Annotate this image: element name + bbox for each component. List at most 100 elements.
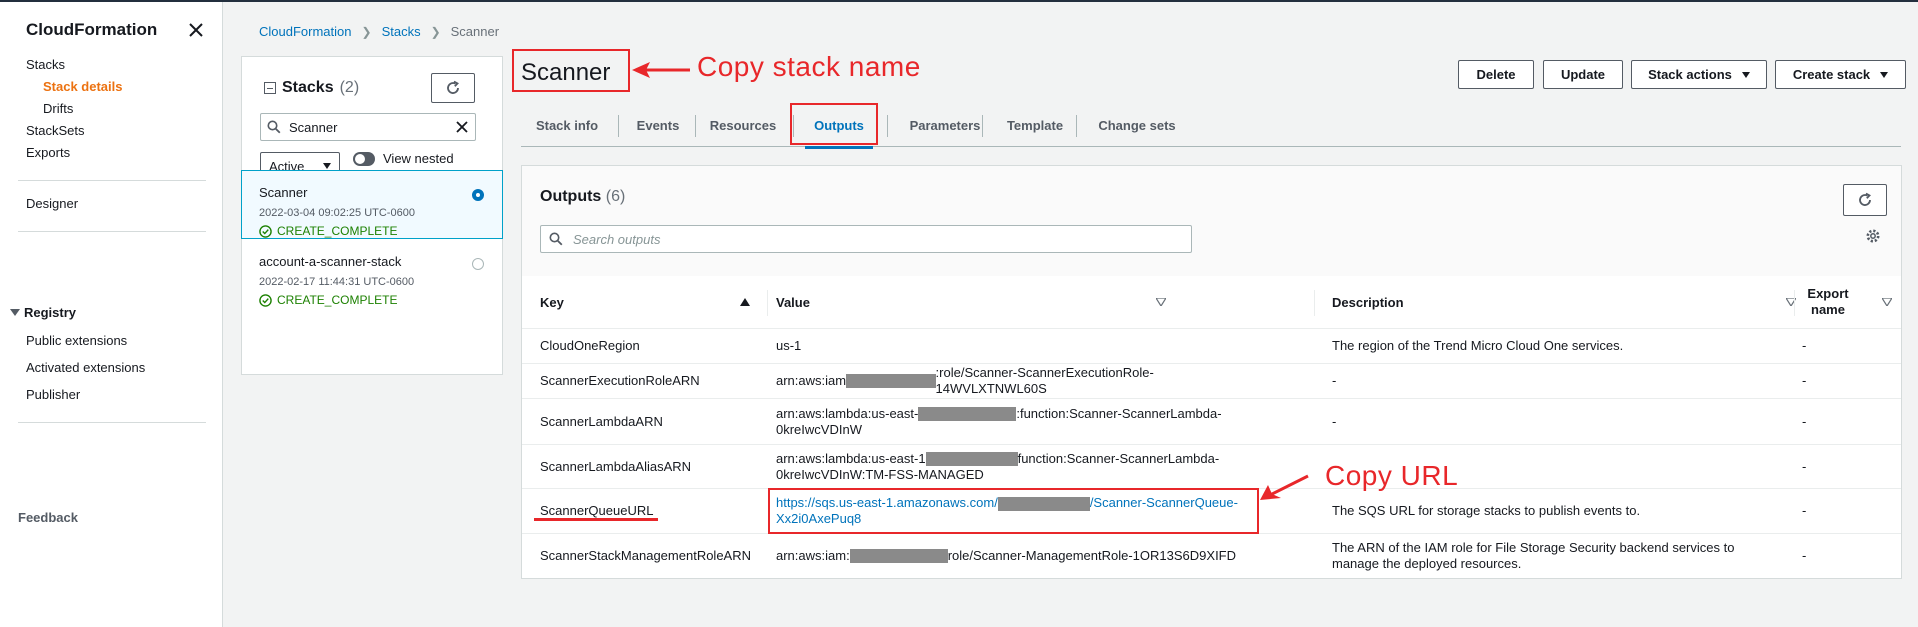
create-stack-button[interactable]: Create stack <box>1775 60 1906 89</box>
stack-list-item[interactable]: Scanner 2022-03-04 09:02:25 UTC-0600 CRE… <box>241 170 503 239</box>
column-label: Export name <box>1807 286 1849 317</box>
outputs-search-input[interactable] <box>571 230 1171 248</box>
nav-item-drifts[interactable]: Drifts <box>43 101 73 116</box>
tab-template[interactable]: Template <box>988 103 1082 147</box>
arrow-left-icon <box>632 62 690 78</box>
redacted-block <box>997 496 1090 511</box>
row-value: arn:aws:lambda:us-east-:function:Scanner… <box>776 399 1236 444</box>
row-key: ScannerExecutionRoleARN <box>540 373 700 388</box>
chevron-right-icon: ❯ <box>361 24 372 39</box>
nav-item-public-extensions[interactable]: Public extensions <box>26 333 127 348</box>
tab-divider <box>1076 115 1077 137</box>
breadcrumb-cloudformation[interactable]: CloudFormation <box>259 24 352 39</box>
feedback-link[interactable]: Feedback <box>18 510 78 525</box>
stack-date: 2022-02-17 11:44:31 UTC-0600 <box>259 276 415 288</box>
stacks-search-input[interactable] <box>287 118 437 136</box>
redacted-block <box>925 452 1018 467</box>
tab-change-sets[interactable]: Change sets <box>1082 103 1192 147</box>
row-description: The ARN of the IAM role for File Storage… <box>1332 540 1735 571</box>
nav-item-stacks[interactable]: Stacks <box>26 57 65 72</box>
stack-actions-label: Stack actions <box>1648 67 1732 82</box>
page-title: Scanner <box>521 59 611 86</box>
update-button[interactable]: Update <box>1543 60 1623 89</box>
row-key: ScannerLambdaAliasARN <box>540 458 692 474</box>
check-circle-icon <box>259 293 272 307</box>
side-navigation: CloudFormation Stacks Stack details Drif… <box>0 2 223 627</box>
tab-stack-info[interactable]: Stack info <box>527 103 607 147</box>
nav-item-stack-details[interactable]: Stack details <box>43 79 123 94</box>
sort-icon[interactable] <box>1882 298 1892 306</box>
value-suffix: role/Scanner-ManagementRole-1OR13S6D9XIF… <box>947 548 1237 563</box>
view-nested-label: View nested <box>383 151 454 166</box>
column-divider <box>1794 290 1795 316</box>
stack-status-text: CREATE_COMPLETE <box>277 224 398 238</box>
row-value: arn:aws:lambda:us-east-1 function:Scanner… <box>776 445 1236 488</box>
tab-outputs[interactable]: Outputs <box>799 103 879 149</box>
tab-divider <box>618 115 619 137</box>
tab-divider <box>695 115 696 137</box>
queue-url-link[interactable]: https://sqs.us-east-1.amazonaws.com//Sca… <box>776 495 1256 527</box>
stack-actions-button[interactable]: Stack actions <box>1631 60 1767 89</box>
nav-divider <box>18 231 206 232</box>
tab-divider <box>982 115 983 137</box>
table-row: CloudOneRegion us-1 The region of the Tr… <box>522 329 1901 364</box>
nav-item-designer[interactable]: Designer <box>26 196 78 211</box>
outputs-panel: Outputs (6) Key Value Description Export… <box>521 165 1902 579</box>
row-description: The region of the Trend Micro Cloud One … <box>1332 338 1624 353</box>
sort-icon[interactable] <box>1156 298 1166 306</box>
tab-resources[interactable]: Resources <box>701 103 785 147</box>
caret-down-icon <box>1880 71 1889 78</box>
nav-item-stacksets[interactable]: StackSets <box>26 123 85 138</box>
stack-status: CREATE_COMPLETE <box>259 293 485 307</box>
row-description: - <box>1332 373 1337 388</box>
column-divider <box>1314 290 1315 316</box>
column-header-description[interactable]: Description <box>1332 276 1806 328</box>
clear-icon[interactable] <box>455 120 469 134</box>
row-export-name: - <box>1802 373 1807 388</box>
annotation-copy-stack-name: Copy stack name <box>697 51 921 82</box>
stack-tabs: Stack info Events Resources Outputs Para… <box>521 103 1901 149</box>
nav-group-registry[interactable]: Registry <box>10 305 76 320</box>
delete-button[interactable]: Delete <box>1458 60 1534 89</box>
refresh-icon <box>447 80 459 94</box>
annotation-copy-url: Copy URL <box>1325 460 1459 491</box>
column-header-value[interactable]: Value <box>776 276 1176 328</box>
column-header-key[interactable]: Key <box>540 276 760 328</box>
nav-divider <box>18 180 206 181</box>
value-prefix: arn:aws:iam <box>776 373 847 388</box>
row-export-name: - <box>1802 338 1807 353</box>
sort-ascending-icon[interactable] <box>740 298 750 306</box>
stacks-search-field[interactable] <box>260 113 476 141</box>
table-row: ScannerQueueURL https://sqs.us-east-1.am… <box>522 489 1901 534</box>
column-divider <box>767 290 768 316</box>
refresh-stacks-button[interactable] <box>431 73 475 103</box>
collapse-icon[interactable] <box>264 82 276 94</box>
nav-item-publisher[interactable]: Publisher <box>26 387 80 402</box>
table-row: ScannerStackManagementRoleARN arn:aws:ia… <box>522 534 1901 578</box>
search-icon <box>549 232 563 246</box>
tab-events[interactable]: Events <box>625 103 691 147</box>
view-nested-toggle[interactable] <box>353 151 375 166</box>
refresh-outputs-button[interactable] <box>1843 184 1887 216</box>
outputs-title-label: Outputs <box>540 188 602 205</box>
stack-radio[interactable] <box>472 258 484 270</box>
nav-item-exports[interactable]: Exports <box>26 145 70 160</box>
arrow-left-down-icon <box>1260 474 1309 500</box>
caret-down-icon <box>10 309 20 316</box>
stacks-panel-title: Stacks (2) <box>264 79 359 97</box>
stack-name: account-a-scanner-stack <box>259 254 402 269</box>
gear-icon[interactable] <box>1865 228 1881 244</box>
search-icon <box>267 120 281 134</box>
close-icon[interactable] <box>186 20 206 40</box>
nav-item-activated-extensions[interactable]: Activated extensions <box>26 360 145 375</box>
breadcrumb-stacks[interactable]: Stacks <box>382 24 421 39</box>
column-header-export-name[interactable]: Export name <box>1802 276 1902 328</box>
row-key: ScannerQueueURL <box>540 503 654 518</box>
row-export-name: - <box>1802 458 1807 474</box>
outputs-search-field[interactable] <box>540 225 1192 253</box>
stacks-title-label: Stacks <box>282 79 334 96</box>
redacted-block <box>849 549 948 563</box>
stack-list-item[interactable]: account-a-scanner-stack 2022-02-17 11:44… <box>242 240 502 309</box>
stack-radio-selected[interactable] <box>472 189 484 201</box>
breadcrumb-current: Scanner <box>450 24 500 39</box>
